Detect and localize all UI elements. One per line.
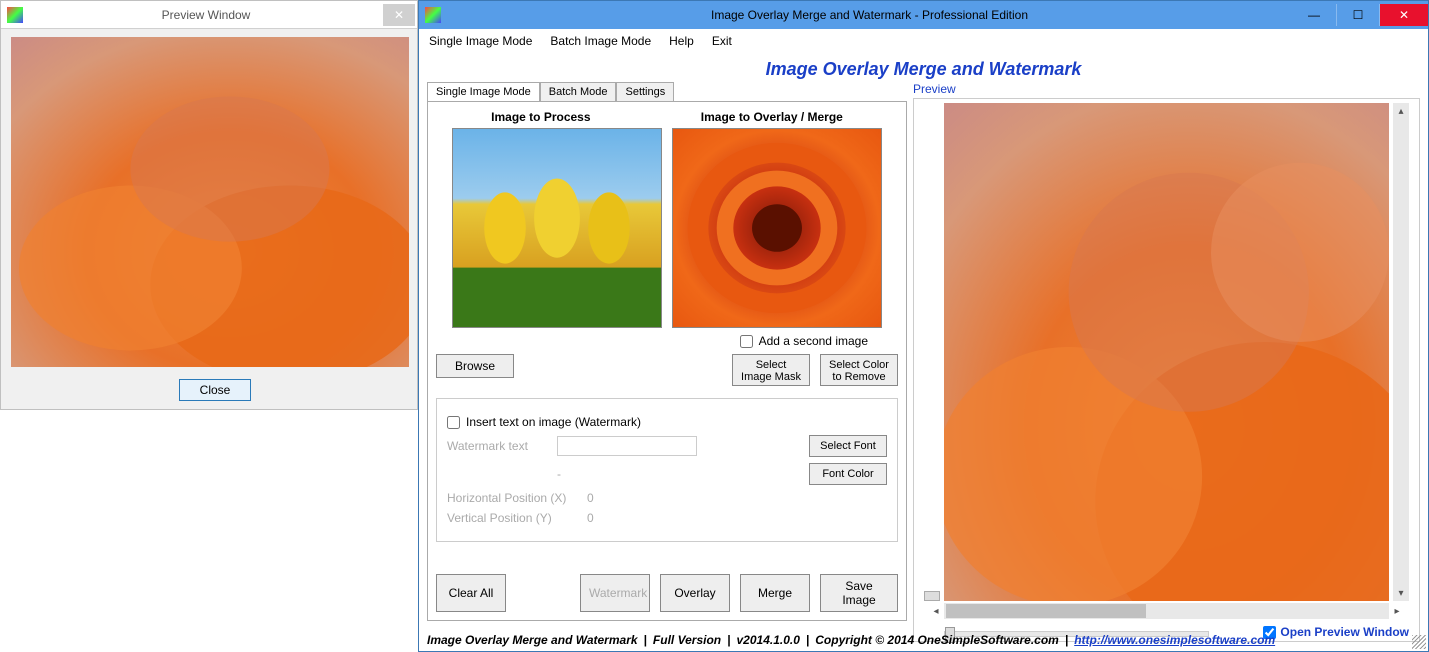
preview-image (11, 37, 409, 367)
merge-button[interactable]: Merge (740, 574, 810, 612)
resize-grip[interactable] (1412, 635, 1426, 649)
overlay-button[interactable]: Overlay (660, 574, 730, 612)
maximize-button[interactable]: ☐ (1336, 4, 1380, 26)
insert-text-checkbox[interactable] (447, 416, 460, 429)
right-panel: Preview ▴ ▾ ◂ ▸ Open Preview Window (913, 82, 1420, 642)
status-version-label: Full Version (653, 633, 721, 647)
watermark-text-input[interactable] (557, 436, 697, 456)
tabs: Single Image Mode Batch Mode Settings (427, 82, 907, 101)
horizontal-scrollbar[interactable]: ◂ ▸ (944, 603, 1389, 619)
menubar: Single Image Mode Batch Image Mode Help … (419, 29, 1428, 53)
tab-batch[interactable]: Batch Mode (540, 82, 617, 101)
add-second-label: Add a second image (759, 334, 868, 348)
scroll-down-icon[interactable]: ▾ (1393, 585, 1409, 601)
main-title: Image Overlay Merge and Watermark - Prof… (447, 8, 1292, 22)
scroll-up-icon[interactable]: ▴ (1393, 103, 1409, 119)
menu-batch[interactable]: Batch Image Mode (550, 34, 651, 48)
status-copyright: Copyright © 2014 OneSimpleSoftware.com (815, 633, 1059, 647)
menu-exit[interactable]: Exit (712, 34, 732, 48)
vertical-scrollbar[interactable]: ▴ ▾ (1393, 103, 1409, 601)
add-second-checkbox[interactable] (740, 335, 753, 348)
main-window: Image Overlay Merge and Watermark - Prof… (418, 0, 1429, 652)
scroll-left-icon[interactable]: ◂ (928, 603, 944, 619)
select-mask-button[interactable]: Select Image Mask (732, 354, 810, 386)
clear-all-button[interactable]: Clear All (436, 574, 506, 612)
app-heading: Image Overlay Merge and Watermark (419, 53, 1428, 82)
close-button[interactable]: ✕ (1380, 4, 1428, 26)
font-color-button[interactable]: Font Color (809, 463, 887, 485)
menu-help[interactable]: Help (669, 34, 694, 48)
save-image-button[interactable]: Save Image (820, 574, 898, 612)
tab-content: Image to Process Image to Overlay / Merg… (427, 101, 907, 621)
heading-overlay: Image to Overlay / Merge (701, 110, 843, 124)
heading-process: Image to Process (491, 110, 590, 124)
app-icon (7, 7, 23, 23)
status-url-link[interactable]: http://www.onesimplesoftware.com (1074, 633, 1275, 647)
preview-box: ▴ ▾ ◂ ▸ Open Preview Window (913, 98, 1420, 642)
thumb-process[interactable] (452, 128, 662, 328)
preview-window: Preview Window ✕ Close (0, 0, 418, 410)
preview-label: Preview (913, 82, 1420, 96)
hpos-label: Horizontal Position (X) (447, 491, 577, 505)
thumb-overlay[interactable] (672, 128, 882, 328)
preview-image-large (944, 103, 1389, 601)
watermark-button[interactable]: Watermark (580, 574, 650, 612)
scroll-right-icon[interactable]: ▸ (1389, 603, 1405, 619)
app-icon (425, 7, 441, 23)
select-color-button[interactable]: Select Color to Remove (820, 354, 898, 386)
close-icon[interactable]: ✕ (383, 4, 415, 26)
preview-titlebar[interactable]: Preview Window ✕ (1, 1, 417, 29)
insert-text-label: Insert text on image (Watermark) (466, 415, 641, 429)
vpos-label: Vertical Position (Y) (447, 511, 577, 525)
left-panel: Single Image Mode Batch Mode Settings Im… (427, 82, 907, 642)
preview-title: Preview Window (29, 8, 383, 22)
menu-single[interactable]: Single Image Mode (429, 34, 532, 48)
status-version: v2014.1.0.0 (737, 633, 800, 647)
select-font-button[interactable]: Select Font (809, 435, 887, 457)
scroll-thumb[interactable] (946, 604, 1146, 618)
minimize-button[interactable]: — (1292, 4, 1336, 26)
slider-knob[interactable] (924, 591, 940, 601)
watermark-fieldset: Insert text on image (Watermark) Waterma… (436, 398, 898, 542)
preview-close-button[interactable]: Close (179, 379, 251, 401)
browse-button[interactable]: Browse (436, 354, 514, 378)
status-app: Image Overlay Merge and Watermark (427, 633, 638, 647)
statusbar: Image Overlay Merge and Watermark | Full… (427, 633, 1420, 647)
main-titlebar[interactable]: Image Overlay Merge and Watermark - Prof… (419, 1, 1428, 29)
watermark-text-label: Watermark text (447, 439, 547, 453)
tab-single[interactable]: Single Image Mode (427, 82, 540, 101)
hpos-value: 0 (587, 491, 594, 505)
watermark-dash: - (557, 467, 561, 481)
vpos-value: 0 (587, 511, 594, 525)
tab-settings[interactable]: Settings (616, 82, 674, 101)
